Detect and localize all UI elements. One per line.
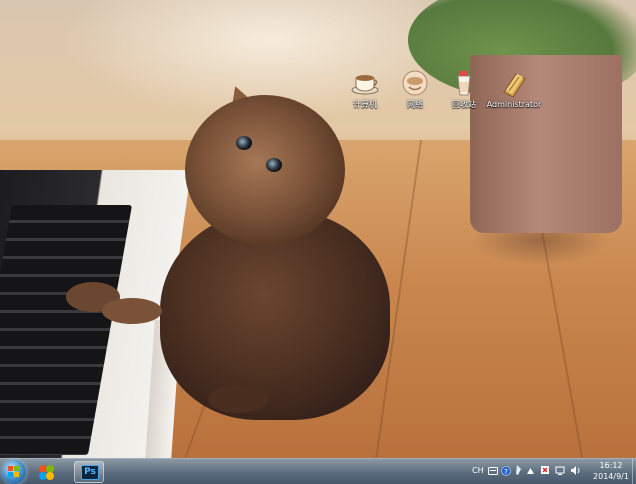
wallpaper-kitten-paw xyxy=(208,385,268,413)
network-icon xyxy=(402,70,428,96)
windows-start-icon xyxy=(8,466,19,477)
taskbar-explorer-button[interactable] xyxy=(30,461,64,483)
wallpaper-kitten-paw xyxy=(102,298,162,324)
taskbar-clock[interactable]: 16:12 2014/9/1 xyxy=(589,460,633,482)
taskbar-photoshop-button[interactable]: Ps xyxy=(74,461,104,483)
windows-orb-icon xyxy=(39,465,54,480)
wallpaper-kitten-eye xyxy=(236,136,252,150)
clock-time: 16:12 xyxy=(599,461,623,470)
taskbar: Ps CH ? 16:12 2014/9/1 xyxy=(0,458,636,484)
show-desktop-button[interactable] xyxy=(632,459,636,484)
start-button[interactable] xyxy=(2,460,26,484)
svg-text:?: ? xyxy=(504,468,508,476)
desktop-icon-administrator[interactable]: Administrator xyxy=(483,68,545,110)
volume-icon[interactable] xyxy=(570,465,581,476)
keyboard-icon[interactable] xyxy=(488,467,498,475)
language-indicator[interactable]: CH xyxy=(472,464,484,478)
help-icon[interactable]: ? xyxy=(501,466,511,476)
user-folder-icon xyxy=(503,73,526,98)
expand-arrow-icon[interactable] xyxy=(527,468,534,474)
computer-icon xyxy=(351,75,379,95)
wallpaper-kitten-head xyxy=(185,95,345,245)
clock-date: 2014/9/1 xyxy=(593,472,629,481)
system-tray: CH ? xyxy=(468,462,598,482)
recycle-bin-icon xyxy=(457,71,471,96)
network-status-icon[interactable] xyxy=(555,465,566,476)
wallpaper-kitten-eye xyxy=(266,158,282,172)
flag-icon[interactable] xyxy=(540,465,551,476)
pen-icon[interactable] xyxy=(515,464,523,476)
desktop-icon-label: Administrator xyxy=(486,100,542,109)
photoshop-icon: Ps xyxy=(81,465,99,480)
